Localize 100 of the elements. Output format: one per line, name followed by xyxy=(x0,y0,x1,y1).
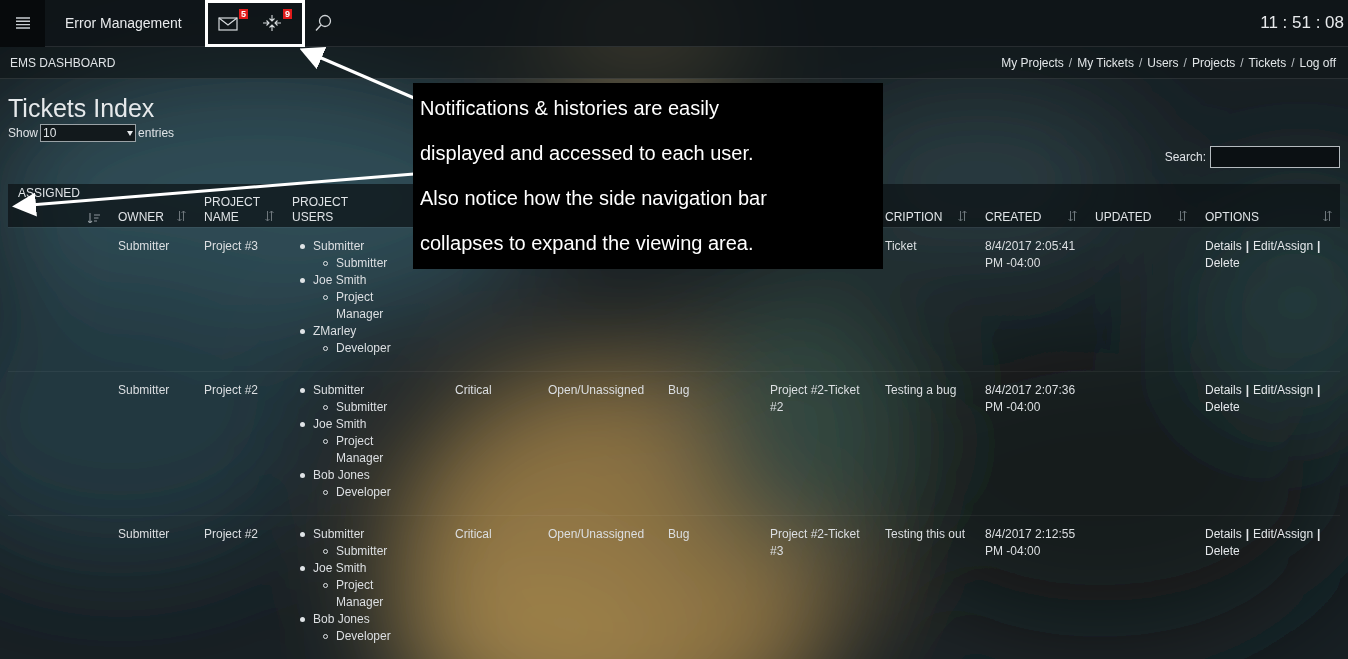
sort-icon[interactable] xyxy=(958,211,967,221)
link-separator: | xyxy=(1317,238,1321,255)
option-link[interactable]: Edit/Assign xyxy=(1253,382,1314,399)
table-cell-text: Testing this out xyxy=(885,526,967,543)
nav-separator: / xyxy=(1068,54,1073,72)
column-header[interactable]: ASSIGNED xyxy=(18,186,78,201)
user-entry: Joe Smith xyxy=(313,416,367,433)
bullet-icon xyxy=(300,278,305,283)
search-label: Search: xyxy=(1164,149,1206,166)
count-badge: 9 xyxy=(283,9,292,19)
table-cell-text: Project #2-Ticket #3 xyxy=(770,526,861,560)
table-cell-text: Submitter xyxy=(118,526,171,543)
column-header[interactable]: CRIPTION xyxy=(885,210,943,225)
link-separator: | xyxy=(1245,382,1250,399)
column-header[interactable]: OPTIONS xyxy=(1205,210,1259,225)
user-entry: Bob Jones xyxy=(313,467,370,484)
table-cell-text: Open/Unassigned xyxy=(548,526,646,543)
user-entry: Project Manager xyxy=(336,289,385,323)
sort-icon[interactable] xyxy=(265,211,274,221)
table-cell-text: Project #2 xyxy=(204,382,260,399)
user-entry: Developer xyxy=(336,628,391,645)
bullet-icon xyxy=(300,422,305,427)
user-entry: Joe Smith xyxy=(313,272,367,289)
table-cell-text: Submitter xyxy=(118,382,171,399)
table-cell-text: Project #3 xyxy=(204,238,260,255)
nav-separator: / xyxy=(1240,54,1244,72)
bullet-icon xyxy=(300,244,305,249)
dashboard-title: EMS DASHBOARD xyxy=(10,54,116,72)
annotation-text: displayed and accessed to each user. xyxy=(420,141,754,166)
option-link[interactable]: Details xyxy=(1205,238,1242,255)
option-link[interactable]: Delete xyxy=(1205,255,1240,272)
count-badge: 5 xyxy=(239,9,248,19)
bullet-icon xyxy=(300,473,305,478)
user-entry: ZMarley xyxy=(313,323,357,340)
table-cell-text: Ticket xyxy=(885,238,918,255)
user-entry: Submitter xyxy=(313,526,365,543)
annotation-text: collapses to expand the viewing area. xyxy=(420,231,754,256)
bullet-icon xyxy=(300,329,305,334)
option-link[interactable]: Edit/Assign xyxy=(1253,238,1314,255)
user-entry: Joe Smith xyxy=(313,560,367,577)
app-title: Error Management xyxy=(65,13,183,33)
user-entry: Submitter xyxy=(336,255,388,272)
table-cell-text: 8/4/2017 2:05:41 PM -04:00 xyxy=(985,238,1077,272)
user-entry: Submitter xyxy=(336,399,388,416)
user-entry: Developer xyxy=(336,484,391,501)
table-cell-text: Critical xyxy=(455,382,493,399)
caret-icon xyxy=(127,130,134,136)
user-entry: Developer xyxy=(336,340,391,357)
user-entry: Project Manager xyxy=(336,433,385,467)
sort-icon[interactable] xyxy=(1068,211,1077,221)
column-header[interactable]: CREATED xyxy=(985,210,1042,225)
nav-link[interactable]: Tickets xyxy=(1248,53,1287,72)
nav-separator: / xyxy=(1291,54,1295,72)
table-cell-text: Critical xyxy=(455,526,493,543)
table-cell-text: Bug xyxy=(668,526,691,543)
nav-link[interactable]: Users xyxy=(1147,53,1179,72)
menu-icon[interactable] xyxy=(15,17,30,29)
entries-label: entries xyxy=(138,125,175,142)
table-cell-text: Open/Unassigned xyxy=(548,382,646,399)
nav-link[interactable]: Projects xyxy=(1191,53,1236,72)
nav-link[interactable]: My Tickets xyxy=(1077,53,1134,72)
column-header[interactable]: UPDATED xyxy=(1095,210,1152,225)
link-separator: | xyxy=(1317,526,1321,543)
sort-icon[interactable] xyxy=(177,211,186,221)
column-header[interactable]: OWNER xyxy=(118,210,164,225)
clock-text: 11 : 51 : 08 xyxy=(1260,12,1344,35)
option-link[interactable]: Edit/Assign xyxy=(1253,526,1314,543)
sort-icon[interactable] xyxy=(1323,211,1332,221)
option-link[interactable]: Delete xyxy=(1205,399,1240,416)
user-entry: Submitter xyxy=(336,543,388,560)
option-link[interactable]: Details xyxy=(1205,382,1242,399)
annotation-text: Notifications & histories are easily xyxy=(420,96,719,121)
bullet-icon xyxy=(300,617,305,622)
link-separator: | xyxy=(1317,382,1321,399)
table-cell-text: Submitter xyxy=(118,238,171,255)
nav-separator: / xyxy=(1138,54,1143,72)
column-header[interactable]: PROJECT NAME xyxy=(204,195,264,225)
table-cell-text: Testing a bug xyxy=(885,382,958,399)
user-entry: Submitter xyxy=(313,238,365,255)
table-cell-text: Bug xyxy=(668,382,691,399)
option-link[interactable]: Details xyxy=(1205,526,1242,543)
table-cell-text: 8/4/2017 2:12:55 PM -04:00 xyxy=(985,526,1077,560)
bullet-icon xyxy=(300,532,305,537)
search-icon[interactable] xyxy=(315,13,333,33)
column-header[interactable]: PROJECT USERS xyxy=(292,195,352,225)
link-separator: | xyxy=(1245,238,1250,255)
table-cell-text: 8/4/2017 2:07:36 PM -04:00 xyxy=(985,382,1077,416)
user-entry: Submitter xyxy=(313,382,365,399)
sort-ascending-icon[interactable] xyxy=(88,213,100,223)
nav-link[interactable]: My Projects xyxy=(1001,53,1064,72)
menu-button[interactable] xyxy=(0,0,45,47)
page-title: Tickets Index xyxy=(8,93,155,123)
nav-link[interactable]: Log off xyxy=(1299,53,1336,72)
entries-select[interactable]: 10 xyxy=(40,124,137,142)
option-link[interactable]: Delete xyxy=(1205,543,1240,560)
bullet-icon xyxy=(300,566,305,571)
nav-separator: / xyxy=(1183,54,1187,72)
user-entry: Bob Jones xyxy=(313,611,370,628)
search-field[interactable] xyxy=(1210,146,1340,168)
sort-icon[interactable] xyxy=(1178,211,1187,221)
